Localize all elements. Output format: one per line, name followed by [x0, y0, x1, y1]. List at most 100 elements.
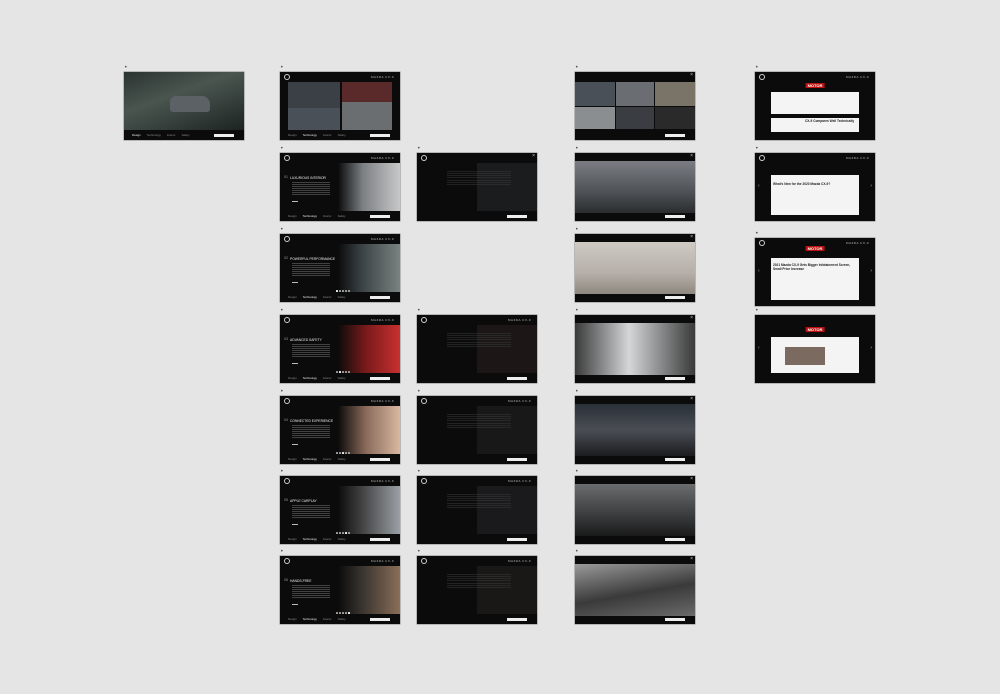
bottom-tabs: Design Technology Interior Safety: [288, 295, 346, 299]
close-icon[interactable]: ×: [690, 153, 693, 159]
more-link[interactable]: [292, 363, 298, 364]
review-image: [785, 347, 825, 365]
cta-button[interactable]: [507, 538, 527, 541]
pager-dots[interactable]: [336, 452, 350, 454]
arrow-right-icon[interactable]: ›: [870, 268, 872, 274]
arrow-left-icon[interactable]: ‹: [758, 345, 760, 351]
cta-button[interactable]: [507, 377, 527, 380]
cta-button[interactable]: [507, 618, 527, 621]
cta-button[interactable]: [370, 134, 390, 137]
close-icon[interactable]: ×: [690, 396, 693, 402]
cta-button[interactable]: [665, 296, 685, 299]
cta-button[interactable]: [665, 618, 685, 621]
tab[interactable]: Safety: [338, 457, 346, 461]
cta-button[interactable]: [370, 377, 390, 380]
gallery-tile[interactable]: [616, 82, 654, 106]
tab[interactable]: Interior: [323, 376, 332, 380]
cta-button[interactable]: [665, 377, 685, 380]
gallery-tile[interactable]: [288, 82, 340, 108]
gallery-tile[interactable]: [288, 108, 340, 130]
screen-frame: MAZDA CX-9 04 CONNECTED EXPERIENCE Desig…: [280, 396, 400, 464]
cta-button[interactable]: [370, 538, 390, 541]
cta-button[interactable]: [665, 458, 685, 461]
tab[interactable]: Interior: [323, 537, 332, 541]
tab[interactable]: Technology: [147, 133, 161, 137]
close-icon[interactable]: ×: [690, 556, 693, 562]
cta-button[interactable]: [507, 215, 527, 218]
cta-button[interactable]: [665, 538, 685, 541]
tab[interactable]: Design: [288, 537, 297, 541]
gallery-tile[interactable]: [342, 102, 392, 130]
tab[interactable]: Interior: [323, 133, 332, 137]
tab[interactable]: Interior: [323, 295, 332, 299]
tab[interactable]: Safety: [338, 617, 346, 621]
tab[interactable]: Interior: [323, 617, 332, 621]
tab[interactable]: Design: [288, 376, 297, 380]
top-menu: MAZDA CX-9: [507, 399, 531, 403]
more-link[interactable]: [292, 524, 298, 525]
top-menu: MAZDA CX-9: [370, 479, 394, 483]
tab[interactable]: Safety: [338, 376, 346, 380]
close-icon[interactable]: ×: [532, 153, 535, 159]
tab[interactable]: Interior: [323, 214, 332, 218]
tab[interactable]: Design: [288, 214, 297, 218]
tab[interactable]: Design: [132, 133, 141, 137]
cta-button[interactable]: [370, 458, 390, 461]
top-menu: MAZDA CX-9: [845, 156, 869, 160]
tab[interactable]: Design: [288, 457, 297, 461]
arrow-left-icon[interactable]: ‹: [758, 268, 760, 274]
cta-button[interactable]: [214, 134, 234, 137]
pager-dots[interactable]: [336, 612, 350, 614]
arrow-right-icon[interactable]: ›: [870, 345, 872, 351]
screen-frame: MAZDA CX-9 06 HANDS-FREE Design Technolo…: [280, 556, 400, 624]
pager-dots[interactable]: [336, 371, 350, 373]
tab[interactable]: Technology: [303, 457, 317, 461]
tab[interactable]: Safety: [338, 214, 346, 218]
gallery-tile[interactable]: [655, 107, 695, 129]
tab[interactable]: Interior: [323, 457, 332, 461]
tab[interactable]: Safety: [338, 295, 346, 299]
review-card[interactable]: [771, 92, 859, 114]
pager-dots[interactable]: [336, 532, 350, 534]
cta-button[interactable]: [370, 618, 390, 621]
more-link[interactable]: [292, 282, 298, 283]
tab[interactable]: Technology: [303, 295, 317, 299]
close-icon[interactable]: ×: [690, 476, 693, 482]
close-icon[interactable]: ×: [690, 234, 693, 240]
tab[interactable]: Safety: [338, 537, 346, 541]
tab[interactable]: Safety: [182, 133, 190, 137]
gallery-tile[interactable]: [342, 82, 392, 102]
top-menu: MAZDA CX-9: [370, 559, 394, 563]
review-article: [771, 175, 859, 215]
tab[interactable]: Technology: [303, 376, 317, 380]
arrow-left-icon[interactable]: ‹: [758, 183, 760, 189]
screen-frame: MAZDA CX-9: [417, 476, 537, 544]
more-link[interactable]: [292, 604, 298, 605]
more-link[interactable]: [292, 201, 298, 202]
arrow-right-icon[interactable]: ›: [870, 183, 872, 189]
gallery-tile[interactable]: [655, 82, 695, 106]
more-link[interactable]: [292, 444, 298, 445]
tab[interactable]: Technology: [303, 537, 317, 541]
tab[interactable]: Technology: [303, 133, 317, 137]
tab[interactable]: Safety: [338, 133, 346, 137]
pager-dots[interactable]: [336, 290, 350, 292]
cta-button[interactable]: [370, 296, 390, 299]
gallery-tile[interactable]: [575, 107, 615, 129]
page-number: 03: [284, 337, 288, 341]
tab[interactable]: Design: [288, 133, 297, 137]
tab[interactable]: Technology: [303, 617, 317, 621]
tab[interactable]: Design: [288, 295, 297, 299]
cta-button[interactable]: [665, 215, 685, 218]
tab[interactable]: Technology: [303, 214, 317, 218]
gallery-tile[interactable]: [575, 82, 615, 106]
close-icon[interactable]: ×: [690, 72, 693, 78]
cta-button[interactable]: [507, 458, 527, 461]
tab[interactable]: Design: [288, 617, 297, 621]
screen-frame: MOTOR ‹ ›: [755, 315, 875, 383]
cta-button[interactable]: [370, 215, 390, 218]
close-icon[interactable]: ×: [690, 315, 693, 321]
tab[interactable]: Interior: [167, 133, 176, 137]
cta-button[interactable]: [665, 134, 685, 137]
gallery-tile[interactable]: [616, 107, 654, 129]
